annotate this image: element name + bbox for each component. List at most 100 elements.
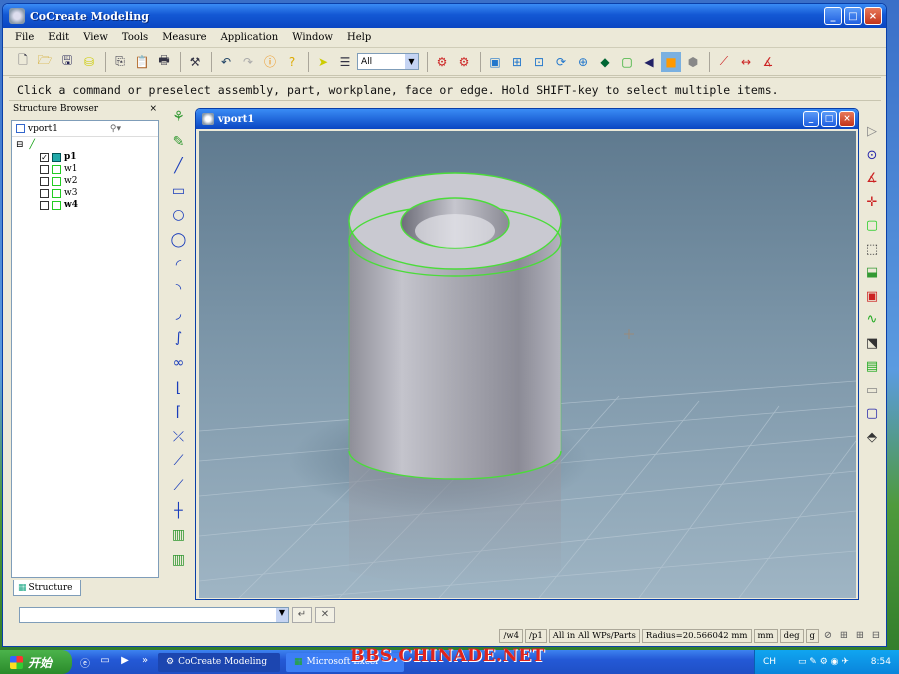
media-icon[interactable]: ▶	[118, 655, 132, 669]
menu-edit[interactable]: Edit	[48, 32, 69, 43]
grid-icon[interactable]: ⊞	[837, 629, 851, 643]
open-folder-icon[interactable]: 🗁	[35, 52, 55, 72]
filter-select[interactable]: All ▼	[357, 53, 419, 70]
part2-icon[interactable]: ⚙	[454, 52, 474, 72]
checkbox-w4[interactable]	[40, 200, 49, 210]
box-icon[interactable]: ⬚	[863, 240, 881, 259]
circle2-tool-icon[interactable]: ◯	[170, 230, 188, 250]
part-icon[interactable]: ⚙	[432, 52, 452, 72]
prev-icon[interactable]: ◀	[639, 52, 659, 72]
close-button[interactable]: ×	[864, 7, 882, 25]
checkbox-w3[interactable]	[40, 188, 49, 198]
play-icon[interactable]: ▷	[863, 122, 881, 141]
angle-icon[interactable]: ∡	[863, 169, 881, 188]
viewport-maximize-button[interactable]: □	[821, 111, 837, 127]
rectangle-tool-icon[interactable]: ▭	[170, 181, 188, 201]
cross-tool-icon[interactable]: ┼	[170, 501, 188, 521]
cube-icon[interactable]: ▣	[863, 287, 881, 306]
checkbox-p1[interactable]: ✓	[40, 152, 49, 162]
wireframe-icon[interactable]: ■	[661, 51, 681, 72]
snap-icon[interactable]: ⊞	[853, 629, 867, 643]
revolve-tool-icon[interactable]: ▥	[170, 550, 188, 570]
maximize-button[interactable]: □	[844, 7, 862, 25]
gizmo-icon[interactable]: ⊘	[821, 629, 835, 643]
viewport-title-bar[interactable]: vport1 _ □ ×	[196, 109, 858, 129]
rotate-icon[interactable]: ⟳	[551, 52, 571, 72]
menu-view[interactable]: View	[83, 32, 108, 43]
menu-file[interactable]: File	[15, 32, 34, 43]
save-icon[interactable]: 🖫	[57, 52, 77, 72]
checkbox-w1[interactable]	[40, 164, 49, 174]
tree-root[interactable]: ⊟ ╱	[16, 139, 158, 151]
copy-icon[interactable]: ⎘	[110, 52, 130, 72]
menu-measure[interactable]: Measure	[162, 32, 206, 43]
ie-icon[interactable]: ⓔ	[78, 655, 92, 670]
construction-tool-icon[interactable]: ⟋	[170, 476, 188, 496]
tree-tool-icon[interactable]: ⚘	[170, 107, 188, 127]
curve-icon[interactable]: ∿	[863, 310, 881, 329]
spline-tool-icon[interactable]: ∫	[170, 328, 188, 348]
command-input[interactable]: ▼	[19, 607, 289, 623]
menu-help[interactable]: Help	[347, 32, 371, 43]
enter-icon[interactable]: ↵	[292, 607, 312, 623]
extrude-tool-icon[interactable]: ▥	[170, 525, 188, 545]
circle-tool-icon[interactable]: ○	[170, 205, 188, 225]
trim-tool-icon[interactable]: ⤫	[170, 427, 188, 447]
desktop-icon[interactable]: ▭	[98, 655, 112, 669]
minimize-button[interactable]: _	[824, 7, 842, 25]
sketch-tool-icon[interactable]: ✎	[170, 132, 188, 152]
database-icon[interactable]: ⛁	[79, 52, 99, 72]
select-list-icon[interactable]: ☰	[335, 52, 355, 72]
menu-application[interactable]: Application	[221, 32, 279, 43]
tree-item-w2[interactable]: w2	[16, 175, 158, 187]
help-icon[interactable]: ?	[282, 52, 302, 72]
viewport-close-button[interactable]: ×	[839, 111, 855, 127]
arc-tool-icon[interactable]: ◜	[170, 255, 188, 275]
label-icon[interactable]: ▢	[863, 404, 881, 423]
zoom-icon[interactable]: ⊞	[507, 52, 527, 72]
fold-icon[interactable]: ⬔	[863, 334, 881, 353]
tree-item-p1[interactable]: ✓ p1	[16, 151, 158, 163]
corner-tool-icon[interactable]: ⌊	[170, 378, 188, 398]
title-bar[interactable]: CoCreate Modeling _ □ ×	[3, 4, 886, 28]
task-cocreate[interactable]: ⚙ CoCreate Modeling	[158, 652, 280, 672]
measure2-icon[interactable]: ↔	[736, 52, 756, 72]
fit-icon[interactable]: ▣	[485, 52, 505, 72]
undo-icon[interactable]: ↶	[216, 52, 236, 72]
line-tool-icon[interactable]: ╱	[170, 156, 188, 176]
fillet-tool-icon[interactable]: ∞	[170, 353, 188, 373]
tree-item-w1[interactable]: w1	[16, 163, 158, 175]
circle-ref-icon[interactable]: ⊙	[863, 146, 881, 165]
3d-canvas[interactable]	[199, 131, 856, 598]
paste-icon[interactable]: 📋	[132, 52, 152, 72]
tool-icon[interactable]: ⚒	[185, 52, 205, 72]
cancel-icon[interactable]: ✕	[315, 607, 335, 623]
view-icon[interactable]: ⊟	[869, 629, 883, 643]
shade-icon[interactable]: ◆	[595, 52, 615, 72]
measure3-icon[interactable]: ∡	[758, 52, 778, 72]
arc3-tool-icon[interactable]: ◞	[170, 304, 188, 324]
print-icon[interactable]: 🖶	[154, 52, 174, 72]
sheet-icon[interactable]: ▤	[863, 357, 881, 376]
chamfer-tool-icon[interactable]: ⌈	[170, 402, 188, 422]
note-icon[interactable]: ▭	[863, 381, 881, 400]
edges-icon[interactable]: ⬢	[683, 52, 703, 72]
close-icon[interactable]: ×	[149, 104, 157, 114]
zoom-in-icon[interactable]: ⊕	[573, 52, 593, 72]
arc2-tool-icon[interactable]: ◝	[170, 279, 188, 299]
tree-item-w4[interactable]: w4	[16, 199, 158, 211]
boolean-icon[interactable]: ⬓	[863, 263, 881, 282]
measure1-icon[interactable]: ⟋	[714, 52, 734, 72]
viewport-minimize-button[interactable]: _	[803, 111, 819, 127]
frame-icon[interactable]: ▢	[617, 52, 637, 72]
tree-item-w3[interactable]: w3	[16, 187, 158, 199]
zoom-area-icon[interactable]: ⊡	[529, 52, 549, 72]
expand-icon[interactable]: »	[138, 655, 152, 669]
filter-icon[interactable]: ⚲▾	[110, 124, 121, 134]
tab-structure[interactable]: ▦ Structure	[13, 580, 81, 596]
start-button[interactable]: 开始	[0, 650, 72, 674]
language-indicator[interactable]: CH	[763, 657, 776, 667]
redo-icon[interactable]: ↷	[238, 52, 258, 72]
axis-icon[interactable]: ✛	[863, 193, 881, 212]
chevron-down-icon[interactable]: ▼	[276, 608, 288, 622]
